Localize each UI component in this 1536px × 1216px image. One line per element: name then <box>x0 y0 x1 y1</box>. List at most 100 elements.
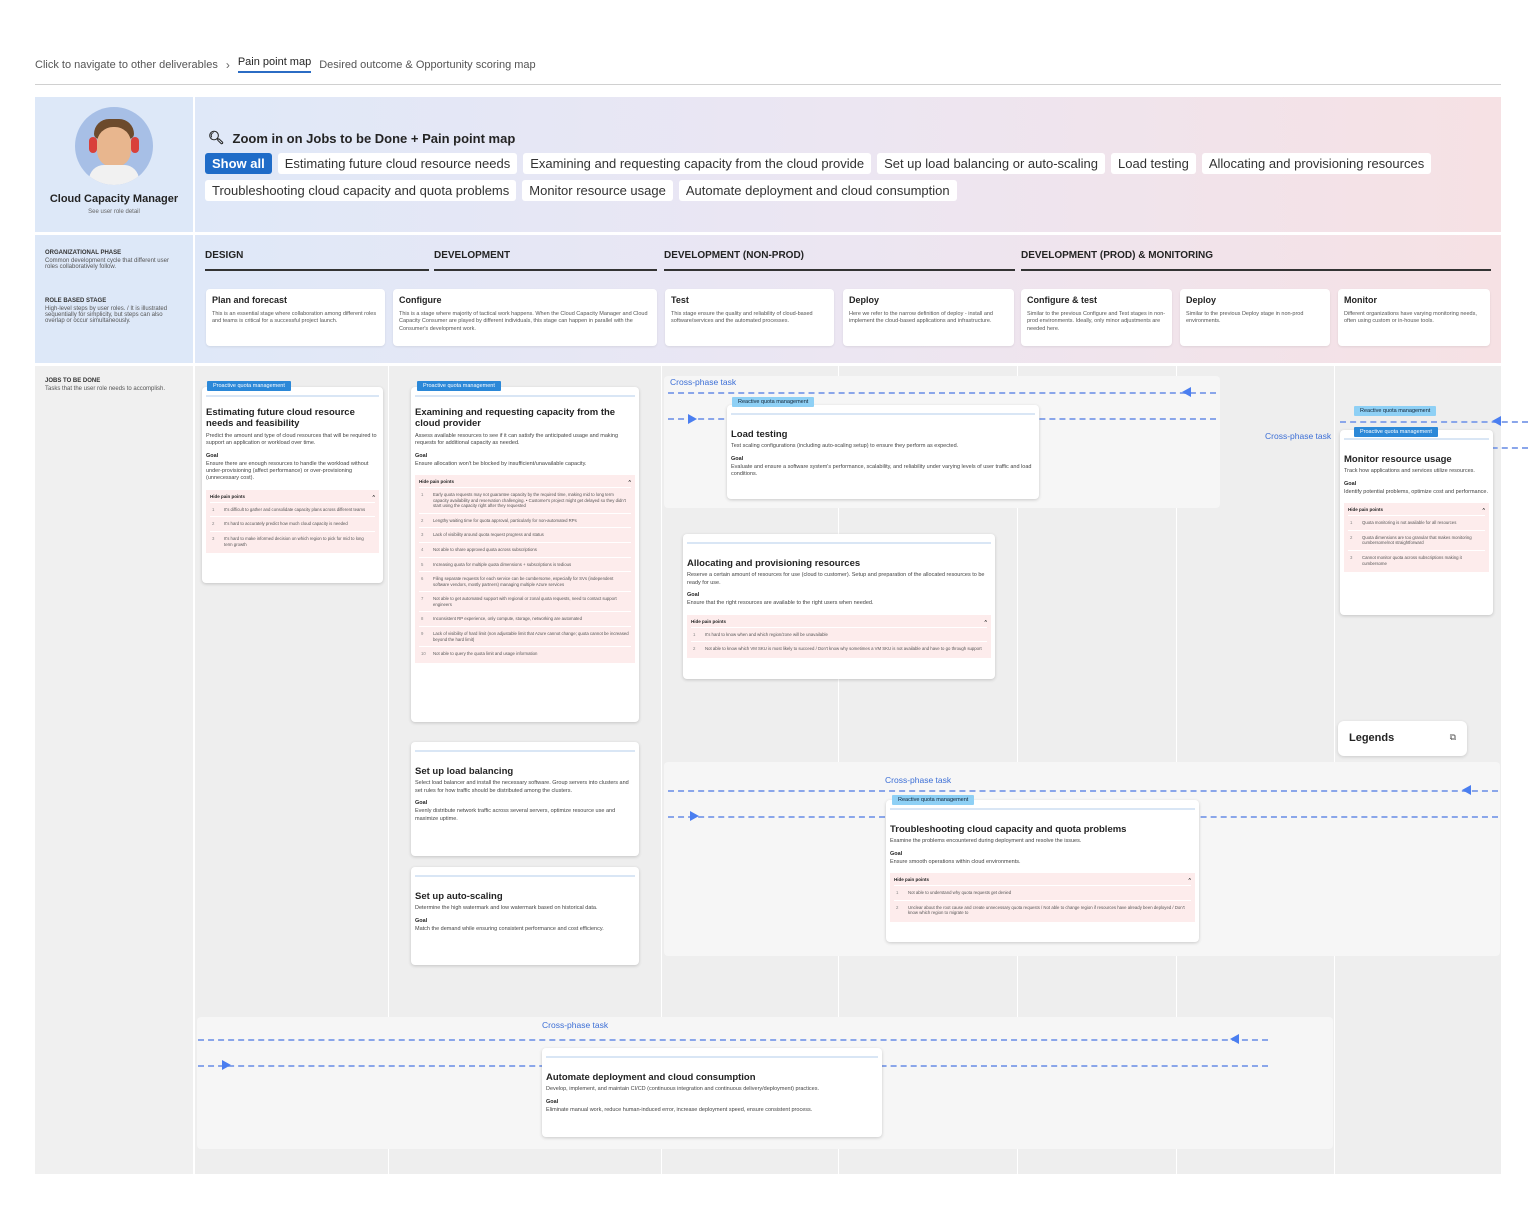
job-desc: Test scaling configurations (including a… <box>731 443 959 450</box>
tag-proactive: Proactive quota management <box>417 381 501 391</box>
chip-troubleshooting[interactable]: Troubleshooting cloud capacity and quota… <box>205 180 517 201</box>
legends-label: Legends <box>1349 732 1395 744</box>
hide-pain-toggle[interactable]: Hide pain points <box>210 494 245 499</box>
job-card-auto-scaling[interactable]: Set up auto-scaling Determine the high w… <box>411 867 639 965</box>
job-goal: Identify potential problems, optimize co… <box>1344 488 1488 495</box>
job-card-troubleshooting[interactable]: Troubleshooting cloud capacity and quota… <box>886 800 1199 942</box>
job-title: Examining and requesting capacity from t… <box>415 407 616 430</box>
job-desc: Determine the high watermark and low wat… <box>415 905 598 912</box>
job-card-load-balancing[interactable]: Set up load balancing Select load balanc… <box>411 742 639 856</box>
goal-label: Goal <box>1344 480 1357 487</box>
chevron-right-icon: › <box>225 57 230 72</box>
zoom-in-icon: 🔍︎ <box>208 130 225 145</box>
chip-automate[interactable]: Automate deployment and cloud consumptio… <box>678 180 957 201</box>
job-title: Set up load balancing <box>415 766 514 777</box>
nav-prefix: Click to navigate to other deliverables <box>35 58 218 71</box>
phase-development: DEVELOPMENT <box>434 250 657 271</box>
job-desc: Track how applications and services util… <box>1344 468 1475 475</box>
job-title: Monitor resource usage <box>1344 454 1452 465</box>
stage-deploy-prod: Deploy Similar to the previous Deploy sta… <box>1180 289 1330 346</box>
job-goal: Evaluate and ensure a software system's … <box>731 463 1032 478</box>
jtbd-label: JOBS TO BE DONE Tasks that the user role… <box>35 378 193 392</box>
external-link-icon: ⧉ <box>1449 732 1456 742</box>
tag-reactive: Reactive quota management <box>1354 406 1437 416</box>
job-title: Automate deployment and cloud consumptio… <box>546 1072 756 1083</box>
arrow-right-icon <box>688 414 697 424</box>
chevron-up-icon[interactable]: ^ <box>1482 507 1485 512</box>
hero-title-text: Zoom in on Jobs to be Done + Pain point … <box>232 130 516 146</box>
legends-button[interactable]: Legends ⧉ <box>1338 721 1467 756</box>
goal-label: Goal <box>206 452 219 459</box>
role-stage-title: ROLE BASED STAGE <box>45 298 107 304</box>
job-card-examining[interactable]: Examining and requesting capacity from t… <box>411 387 639 722</box>
cross-phase-line <box>668 392 1216 394</box>
goal-label: Goal <box>415 917 428 924</box>
job-card-load-testing[interactable]: Load testing Test scaling configurations… <box>727 405 1039 499</box>
pain-item: 1 It's hard to know when and which region… <box>691 626 987 642</box>
pain-item: 7 Not able to get automated support with … <box>419 591 631 611</box>
stage-monitor: Monitor Different organizations have vary… <box>1338 289 1490 346</box>
job-title: Estimating future cloud resource needs a… <box>206 407 355 430</box>
chip-show-all[interactable]: Show all <box>205 153 272 174</box>
pain-points: Hide pain points ^ 1 It's difficult to gat… <box>206 489 379 554</box>
pain-item: 3 Cannot monitor quota across subscriptio… <box>1348 549 1485 570</box>
hide-pain-toggle[interactable]: Hide pain points <box>419 479 454 484</box>
job-goal: Eliminate manual work, reduce human-indu… <box>546 1106 813 1113</box>
job-desc: Develop, implement, and maintain CI/CD (… <box>546 1086 820 1093</box>
chip-examining[interactable]: Examining and requesting capacity from t… <box>523 153 872 174</box>
cross-phase-label: Cross-phase task <box>1265 431 1332 441</box>
pain-item: 10 Not able to query the quota limit and … <box>419 646 631 661</box>
hide-pain-toggle[interactable]: Hide pain points <box>1348 507 1383 512</box>
job-goal: Ensure that the right resources are avai… <box>687 600 874 607</box>
hide-pain-toggle[interactable]: Hide pain points <box>691 619 726 624</box>
cross-phase-line <box>198 1039 1268 1041</box>
pain-item: 5 Increasing quota for multiple quota dim… <box>419 556 631 572</box>
persona-name: Cloud Capacity Manager <box>49 193 179 205</box>
role-stage-desc: High-level steps by user roles. / It is … <box>45 306 168 324</box>
nav-tab-desired-outcome[interactable]: Desired outcome & Opportunity scoring ma… <box>319 59 535 71</box>
chevron-up-icon[interactable]: ^ <box>984 619 987 624</box>
goal-label: Goal <box>415 452 428 459</box>
job-card-monitor[interactable]: Monitor resource usage Track how applica… <box>1340 430 1493 615</box>
arrow-left-icon <box>1462 785 1471 795</box>
job-desc: Examine the problems encountered during … <box>890 838 1082 845</box>
role-stage-label: ROLE BASED STAGE High-level steps by use… <box>35 298 193 324</box>
pain-item: 2 Unclear about the root cause and create… <box>894 899 1191 920</box>
arrow-right-icon <box>222 1060 231 1070</box>
job-goal: Match the demand while ensuring consiste… <box>415 925 604 932</box>
job-card-estimating[interactable]: Estimating future cloud resource needs a… <box>202 387 383 583</box>
pain-points: Hide pain points ^ 1 Early quota requests … <box>415 475 635 663</box>
hero-panel: 🔍︎ Zoom in on Jobs to be Done + Pain poi… <box>195 97 1501 232</box>
job-title: Set up auto-scaling <box>415 891 503 902</box>
goal-label: Goal <box>546 1098 559 1105</box>
chevron-up-icon[interactable]: ^ <box>1188 877 1191 882</box>
filter-chips: Show all Estimating future cloud resourc… <box>205 153 1495 201</box>
chip-monitor[interactable]: Monitor resource usage <box>522 180 673 201</box>
persona-card[interactable]: Cloud Capacity Manager See user role det… <box>35 97 193 232</box>
pain-item: 2 Lengthy waiting time for quota approval… <box>419 512 631 528</box>
tag-reactive: Reactive quota management <box>892 795 975 805</box>
phase-dev-nonprod: DEVELOPMENT (NON-PROD) <box>664 250 1015 271</box>
chip-load-balancing[interactable]: Set up load balancing or auto-scaling <box>877 153 1105 174</box>
job-card-automate[interactable]: Automate deployment and cloud consumptio… <box>542 1048 882 1137</box>
arrow-left-icon <box>1492 416 1501 426</box>
pain-item: 4 Not able to share approved quota across… <box>419 541 631 557</box>
hide-pain-toggle[interactable]: Hide pain points <box>894 877 929 882</box>
goal-label: Goal <box>415 800 428 807</box>
pain-points: Hide pain points ^ 1 Not able to understan… <box>890 873 1195 922</box>
chip-load-testing[interactable]: Load testing <box>1111 153 1196 174</box>
chip-estimating[interactable]: Estimating future cloud resource needs <box>277 153 518 174</box>
chevron-up-icon[interactable]: ^ <box>628 479 631 484</box>
pain-item: 1 Quota monitoring is not available for a… <box>1348 515 1485 530</box>
stage-deploy: Deploy Here we refer to the narrow defini… <box>843 289 1014 346</box>
avatar <box>75 107 153 185</box>
nav-tab-pain-point-map[interactable]: Pain point map <box>237 56 312 73</box>
job-goal: Ensure allocation won't be blocked by in… <box>415 460 587 467</box>
chevron-up-icon[interactable]: ^ <box>372 494 375 499</box>
cross-phase-line <box>668 790 1498 792</box>
chip-allocating[interactable]: Allocating and provisioning resources <box>1201 153 1432 174</box>
job-title: Allocating and provisioning resources <box>687 558 861 569</box>
persona-link[interactable]: See user role detail <box>35 209 193 215</box>
tag-proactive: Proactive quota management <box>207 381 291 391</box>
job-card-allocating[interactable]: Allocating and provisioning resources Re… <box>683 534 995 679</box>
